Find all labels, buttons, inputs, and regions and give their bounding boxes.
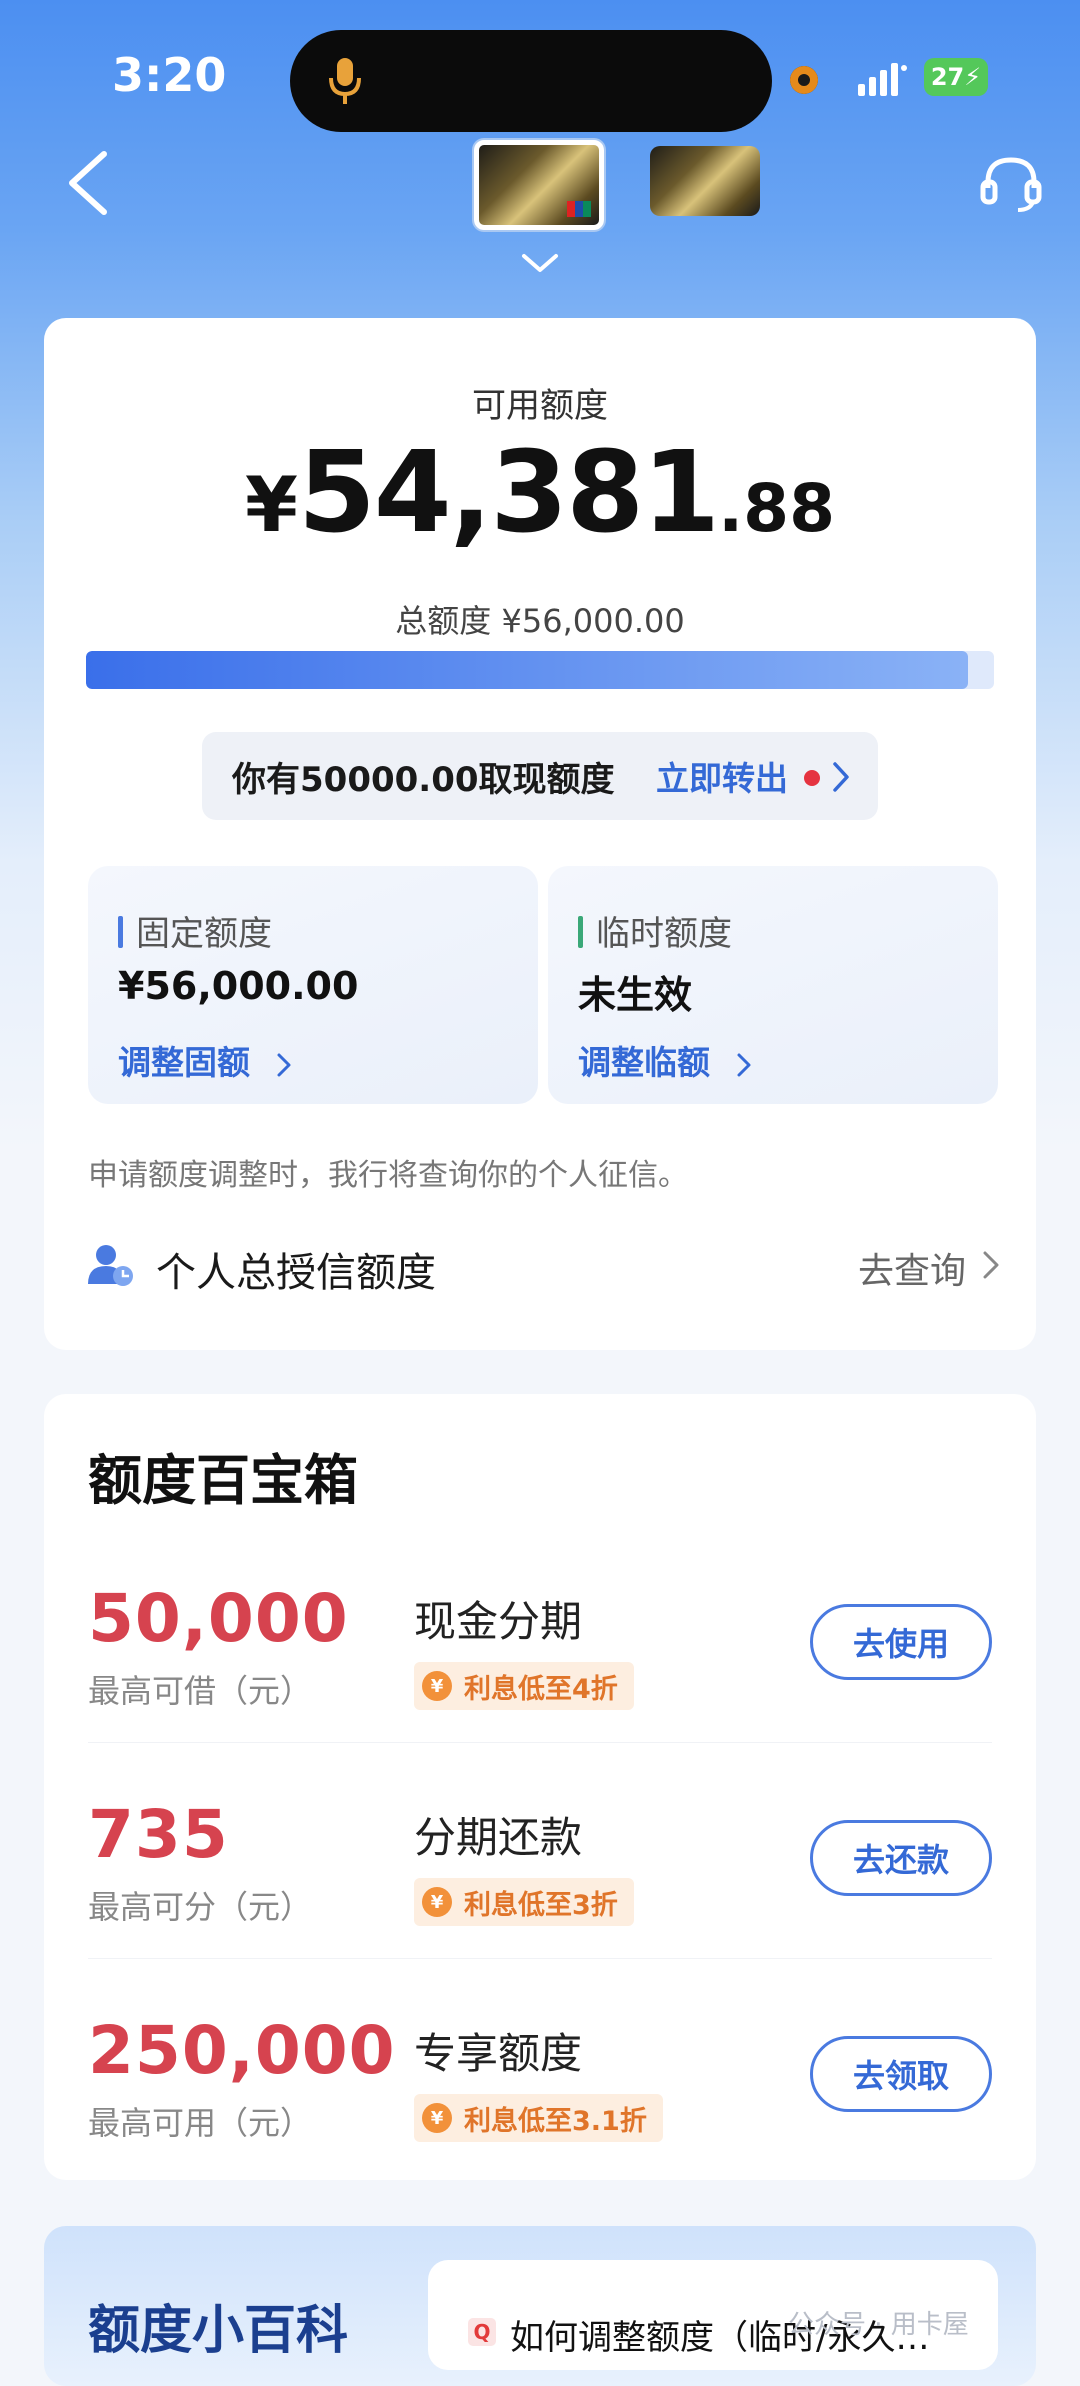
notification-dot [804, 770, 820, 786]
unionpay-logo-icon [567, 201, 591, 217]
use-button[interactable]: 去使用 [810, 1604, 992, 1680]
total-limit-label: 总额度 [395, 602, 492, 640]
adjust-temporary-limit-link[interactable]: 调整临额 [578, 1036, 752, 1084]
adjust-fixed-limit-link[interactable]: 调整固额 [118, 1036, 292, 1084]
question-badge-icon: Q [468, 2318, 496, 2346]
offer-row: 50,000 最高可借（元） 现金分期 ¥ 利息低至4折 去使用 [44, 1580, 1036, 1750]
interest-tag: ¥ 利息低至4折 [414, 1662, 634, 1710]
headset-icon[interactable] [980, 154, 1042, 214]
offer-row: 250,000 最高可用（元） 专享额度 ¥ 利息低至3.1折 去领取 [44, 2012, 1036, 2182]
offer-name: 现金分期 [414, 1597, 583, 1646]
temporary-limit-value: 未生效 [578, 973, 693, 1017]
interest-tag: ¥ 利息低至3折 [414, 1878, 634, 1926]
cash-advance-banner[interactable]: 你有50000.00取现额度 立即转出 [202, 732, 878, 820]
divider [88, 1958, 992, 1959]
offer-caption: 最高可分（元） [88, 1888, 313, 1926]
interest-tag-text: 利息低至3.1折 [464, 2105, 647, 2137]
battery-indicator: 27 ⚡ [924, 58, 988, 96]
credit-limit-card: 可用额度 ¥54,381.88 总额度 ¥56,000.00 你有50000.0… [44, 318, 1036, 1350]
currency-symbol: ¥ [244, 460, 298, 549]
temporary-limit-box: 临时额度 未生效 调整临额 [548, 866, 998, 1104]
offer-amount: 735 [88, 1796, 229, 1873]
personal-total-credit-row[interactable]: 个人总授信额度 去查询 [88, 1232, 1000, 1298]
limit-treasure-box: 额度百宝箱 50,000 最高可借（元） 现金分期 ¥ 利息低至4折 去使用 7… [44, 1394, 1036, 2180]
charging-icon: ⚡ [964, 63, 982, 91]
section-title: 额度百宝箱 [88, 1449, 358, 1512]
available-limit-label: 可用额度 [472, 386, 608, 426]
offer-amount: 50,000 [88, 1580, 349, 1657]
available-limit-amount: ¥54,381.88 [44, 428, 1036, 558]
chevron-right-icon [737, 1053, 750, 1076]
personal-credit-label: 个人总授信额度 [156, 1250, 436, 1296]
battery-level: 27 [930, 63, 965, 91]
fixed-limit-accent [118, 916, 123, 948]
yuan-coin-icon: ¥ [422, 1887, 452, 1917]
repay-button[interactable]: 去还款 [810, 1820, 992, 1896]
offer-name: 分期还款 [414, 1813, 583, 1862]
fixed-limit-box: 固定额度 ¥56,000.00 调整固额 [88, 866, 538, 1104]
offer-row: 735 最高可分（元） 分期还款 ¥ 利息低至3折 去还款 [44, 1796, 1036, 1966]
status-time: 3:20 [112, 48, 227, 102]
claim-button[interactable]: 去领取 [810, 2036, 992, 2112]
transfer-now-link[interactable]: 立即转出 [656, 752, 788, 800]
privacy-indicator-icon [790, 66, 818, 94]
offer-caption: 最高可借（元） [88, 1672, 313, 1710]
status-bar: 3:20 27 ⚡ [0, 0, 1080, 150]
person-credit-icon [88, 1245, 133, 1286]
yuan-coin-icon: ¥ [422, 2103, 452, 2133]
watermark: 公众号 · 用卡屋 [788, 2310, 969, 2340]
adjust-temporary-limit-label: 调整临额 [578, 1043, 710, 1082]
total-limit: 总额度 ¥56,000.00 [44, 596, 1036, 642]
query-link[interactable]: 去查询 [858, 1242, 966, 1294]
adjust-fixed-limit-label: 调整固额 [118, 1043, 250, 1082]
chevron-right-icon [833, 762, 849, 792]
chevron-right-icon [277, 1053, 290, 1076]
offer-name: 专享额度 [414, 2029, 583, 2078]
fixed-limit-value: ¥56,000.00 [118, 964, 359, 1008]
offer-amount: 250,000 [88, 2012, 396, 2089]
temporary-limit-accent [578, 916, 583, 948]
signal-icon [858, 63, 907, 96]
selected-card-thumbnail[interactable] [474, 140, 604, 230]
microphone-icon [329, 58, 361, 104]
amount-integer: 54,381 [297, 428, 720, 558]
yuan-coin-icon: ¥ [422, 1671, 452, 1701]
fixed-limit-label: 固定额度 [136, 914, 272, 954]
total-limit-value: ¥56,000.00 [501, 602, 685, 640]
offer-caption: 最高可用（元） [88, 2104, 313, 2142]
amount-decimal: .88 [718, 470, 835, 547]
temporary-limit-label: 临时额度 [596, 914, 732, 954]
cash-advance-text: 你有50000.00取现额度 [232, 759, 615, 800]
limit-progress-bar [86, 651, 994, 689]
dynamic-island [290, 30, 772, 132]
other-card-thumbnail[interactable] [650, 146, 760, 216]
encyclopedia-title: 额度小百科 [88, 2301, 349, 2361]
limit-progress-fill [86, 651, 968, 689]
chevron-right-icon [983, 1251, 999, 1279]
credit-check-notice: 申请额度调整时，我行将查询你的个人征信。 [88, 1158, 688, 1193]
back-icon[interactable] [66, 150, 110, 216]
chevron-down-icon[interactable] [520, 252, 560, 276]
interest-tag-text: 利息低至4折 [464, 1673, 618, 1705]
interest-tag: ¥ 利息低至3.1折 [414, 2094, 663, 2142]
interest-tag-text: 利息低至3折 [464, 1889, 618, 1921]
divider [88, 1742, 992, 1743]
